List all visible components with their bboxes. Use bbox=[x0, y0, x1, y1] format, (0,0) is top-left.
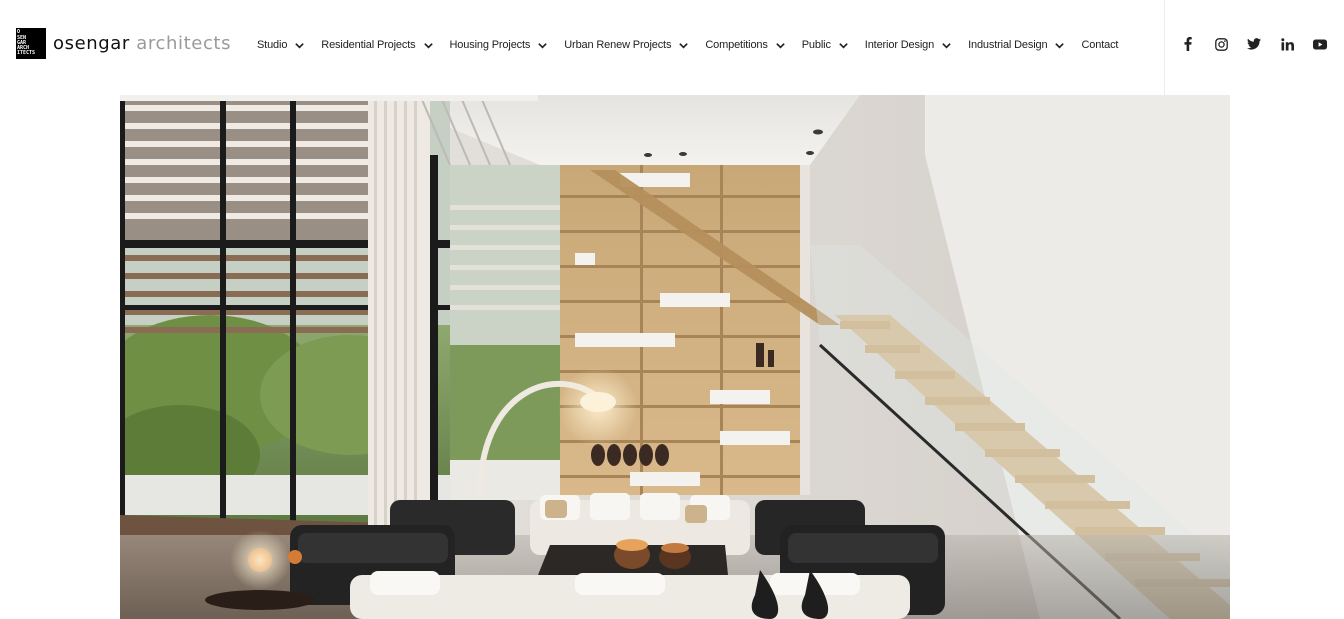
hero-image bbox=[120, 95, 1230, 619]
chevron-down-icon bbox=[678, 40, 689, 51]
nav-item-urban-renew-projects[interactable]: Urban Renew Projects bbox=[564, 39, 689, 51]
facebook-icon[interactable] bbox=[1178, 34, 1198, 54]
nav-item-public[interactable]: Public bbox=[802, 39, 849, 51]
nav-item-residential-projects[interactable]: Residential Projects bbox=[321, 39, 433, 51]
chevron-down-icon bbox=[941, 40, 952, 51]
nav-item-studio[interactable]: Studio bbox=[257, 39, 305, 51]
social-links bbox=[1178, 34, 1330, 54]
nav-item-industrial-design[interactable]: Industrial Design bbox=[968, 39, 1065, 51]
brand-name: osengar architects bbox=[53, 33, 231, 54]
brand-name-secondary: architects bbox=[136, 33, 232, 54]
twitter-icon[interactable] bbox=[1244, 34, 1264, 54]
nav-item-interior-design[interactable]: Interior Design bbox=[865, 39, 952, 51]
interior-living-room-render bbox=[120, 95, 1230, 619]
youtube-icon[interactable] bbox=[1310, 34, 1330, 54]
linkedin-icon[interactable] bbox=[1277, 34, 1297, 54]
chevron-down-icon bbox=[838, 40, 849, 51]
main-nav: Studio Residential Projects Housing Proj… bbox=[257, 36, 1118, 54]
chevron-down-icon bbox=[537, 40, 548, 51]
instagram-icon[interactable] bbox=[1211, 34, 1231, 54]
site-header: O SEN GAR ARCH ITECTS osengar architects… bbox=[0, 0, 1344, 95]
chevron-down-icon bbox=[775, 40, 786, 51]
nav-item-housing-projects[interactable]: Housing Projects bbox=[450, 39, 549, 51]
nav-item-contact[interactable]: Contact bbox=[1081, 39, 1118, 51]
chevron-down-icon bbox=[423, 40, 434, 51]
chevron-down-icon bbox=[1054, 40, 1065, 51]
logo-mark: O SEN GAR ARCH ITECTS bbox=[16, 28, 46, 59]
chevron-down-icon bbox=[294, 40, 305, 51]
brand-name-primary: osengar bbox=[53, 33, 130, 54]
logo-link[interactable]: O SEN GAR ARCH ITECTS osengar architects bbox=[16, 28, 231, 59]
nav-item-competitions[interactable]: Competitions bbox=[705, 39, 785, 51]
header-divider bbox=[1164, 0, 1165, 95]
